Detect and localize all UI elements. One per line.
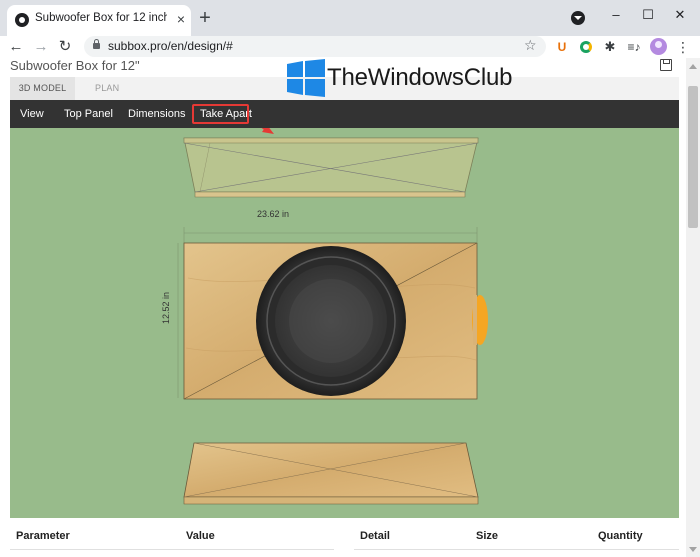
row-separator xyxy=(354,549,679,550)
extensions-puzzle-icon[interactable]: ✱ xyxy=(602,39,618,55)
top-panel xyxy=(183,137,479,198)
scroll-down-icon[interactable] xyxy=(689,547,697,552)
page-title: Subwoofer Box for 12" xyxy=(10,58,140,73)
bottom-panel xyxy=(183,442,479,505)
url-text[interactable]: subbox.pro/en/design/# xyxy=(108,39,233,53)
column-size: Size xyxy=(476,530,499,542)
column-quantity: Quantity xyxy=(598,530,643,542)
browser-tab[interactable]: Subwoofer Box for 12 inch subw × xyxy=(7,5,191,36)
subwoofer-speaker xyxy=(256,246,406,396)
row-separator xyxy=(10,549,334,550)
extension-grammarly-icon[interactable] xyxy=(578,39,594,55)
red-arrow-icon xyxy=(261,128,274,134)
star-icon[interactable]: ☆ xyxy=(524,37,537,54)
menu-dimensions[interactable]: Dimensions xyxy=(128,100,185,128)
windows-logo-icon xyxy=(287,59,325,97)
tab-close-icon[interactable]: × xyxy=(173,11,189,27)
browser-window: Subwoofer Box for 12 inch subw × + – ☐ ✕… xyxy=(0,0,700,557)
reload-icon[interactable]: ↻ xyxy=(57,38,73,56)
menu-bar: View Top Panel Dimensions Take Apart xyxy=(10,100,679,128)
back-arrow-icon[interactable]: ← xyxy=(8,38,24,56)
watermark-text: TheWindowsClub xyxy=(327,64,513,91)
save-icon[interactable] xyxy=(660,59,672,71)
scroll-up-icon[interactable] xyxy=(689,64,697,69)
menu-view[interactable]: View xyxy=(20,100,44,128)
width-dimension-label: 23.62 in xyxy=(257,209,290,219)
forward-arrow-icon[interactable]: → xyxy=(33,38,49,56)
browser-menu-icon[interactable]: ⋮ xyxy=(676,38,690,56)
page-content: Subwoofer Box for 12" 3D MODEL PLAN View… xyxy=(0,58,686,557)
column-value: Value xyxy=(186,530,215,542)
highlight-box xyxy=(192,104,249,124)
new-tab-button[interactable]: + xyxy=(196,8,214,28)
tab-3d-model[interactable]: 3D MODEL xyxy=(10,77,75,100)
table-divider xyxy=(344,524,354,557)
column-detail: Detail xyxy=(360,530,390,542)
profile-avatar[interactable] xyxy=(650,38,667,55)
browser-toolbar: ← → ↻ subbox.pro/en/design/# ☆ U ✱ ≡♪ ⋮ xyxy=(0,36,700,58)
tab-search-icon[interactable] xyxy=(571,11,585,25)
menu-top-panel[interactable]: Top Panel xyxy=(64,100,113,128)
lock-icon[interactable] xyxy=(93,39,100,49)
subbox-favicon-icon xyxy=(15,13,29,27)
extension-u-icon[interactable]: U xyxy=(554,39,570,55)
column-parameter: Parameter xyxy=(16,530,70,542)
tab-strip: Subwoofer Box for 12 inch subw × + – ☐ ✕ xyxy=(0,0,700,36)
box-model-svg xyxy=(177,128,488,505)
minimize-button[interactable]: – xyxy=(608,7,624,23)
tab-plan[interactable]: PLAN xyxy=(95,77,119,100)
3d-viewport[interactable]: 23.62 in 12.52 in xyxy=(10,128,679,518)
tab-title: Subwoofer Box for 12 inch subw xyxy=(35,12,167,24)
close-window-button[interactable]: ✕ xyxy=(672,7,688,23)
maximize-button[interactable]: ☐ xyxy=(640,7,656,23)
scroll-thumb[interactable] xyxy=(688,86,698,228)
height-dimension-label: 12.52 in xyxy=(161,291,171,325)
address-bar[interactable]: subbox.pro/en/design/# ☆ xyxy=(84,36,546,57)
media-control-icon[interactable]: ≡♪ xyxy=(626,39,642,55)
results-table-header: Parameter Value Detail Size Quantity xyxy=(10,524,679,557)
page-scrollbar[interactable] xyxy=(686,58,700,557)
